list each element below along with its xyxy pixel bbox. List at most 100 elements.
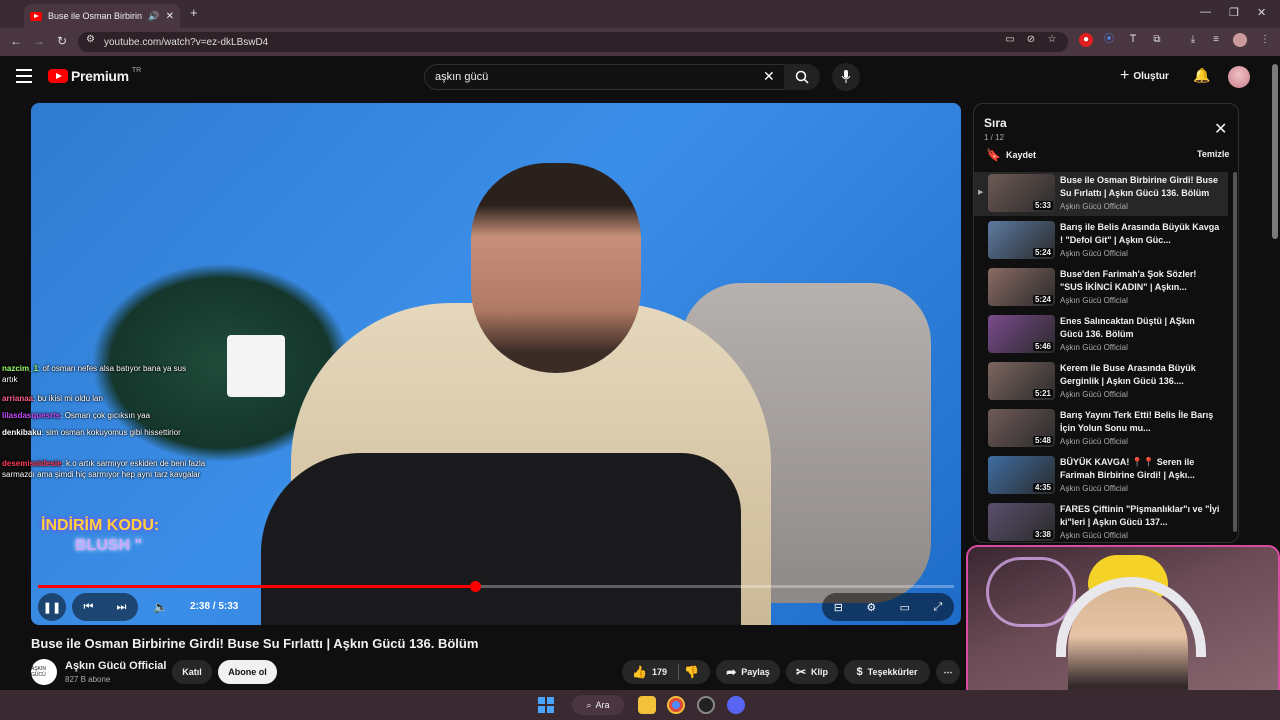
pause-button[interactable]: ❚❚ bbox=[38, 593, 66, 621]
account-avatar[interactable] bbox=[1228, 66, 1250, 88]
extension-blue-icon[interactable]: ⦿ bbox=[1102, 33, 1116, 47]
reload-icon[interactable]: ↻ bbox=[57, 34, 67, 48]
save-playlist-button[interactable]: 🔖 Kaydet bbox=[986, 148, 1036, 162]
browser-menu-icon[interactable]: ⋮ bbox=[1258, 33, 1272, 47]
extension-translate-icon[interactable]: ꓔ bbox=[1126, 33, 1140, 47]
reading-list-icon[interactable]: ≡ bbox=[1209, 33, 1223, 47]
playlist-thumbnail[interactable]: 5:24 bbox=[988, 268, 1055, 306]
minimize-icon[interactable]: — bbox=[1200, 6, 1211, 18]
progress-scrubber[interactable] bbox=[469, 581, 481, 592]
playlist-close-icon[interactable]: ✕ bbox=[1214, 119, 1227, 139]
playlist-thumbnail[interactable]: 5:33 bbox=[988, 174, 1055, 212]
page-scrollbar[interactable] bbox=[1272, 64, 1278, 239]
forward-icon[interactable]: → bbox=[33, 34, 45, 48]
playlist-item[interactable]: 5:24 Barış ile Belis Arasında Büyük Kavga… bbox=[974, 219, 1228, 263]
playlist-thumbnail[interactable]: 5:46 bbox=[988, 315, 1055, 353]
discord-icon[interactable] bbox=[727, 696, 745, 714]
voice-search-button[interactable] bbox=[832, 63, 860, 91]
channel-avatar[interactable]: AŞKIN GÜCÜ bbox=[31, 659, 57, 685]
clip-button[interactable]: ✂ Klip bbox=[786, 660, 838, 684]
eye-off-icon[interactable]: ⊘ bbox=[1024, 33, 1038, 47]
playlist-scrollbar[interactable] bbox=[1233, 172, 1237, 532]
playlist-thumbnail[interactable]: 5:21 bbox=[988, 362, 1055, 400]
download-icon[interactable]: ⤓ bbox=[1186, 33, 1200, 47]
extension-red-icon[interactable]: ● bbox=[1079, 33, 1093, 47]
theater-mode-icon[interactable]: ▭ bbox=[900, 601, 910, 614]
playlist-item[interactable]: 5:24 Buse'den Farimah'a Şok Sözler! "SUS … bbox=[974, 266, 1228, 310]
playlist-item[interactable]: 3:38 FARES Çiftinin "Pişmanlıklar"ı ve "İ… bbox=[974, 501, 1228, 542]
playlist-item-title[interactable]: Barış ile Belis Arasında Büyük Kavga ! "… bbox=[1060, 221, 1220, 247]
file-explorer-icon[interactable] bbox=[638, 696, 656, 714]
volume-icon[interactable]: 🔈 bbox=[153, 600, 168, 614]
playlist-item-title[interactable]: Kerem ile Buse Arasında Büyük Gerginlik … bbox=[1060, 362, 1220, 388]
playlist-item-title[interactable]: Enes Salıncaktan Düştü | AŞkın Gücü 136.… bbox=[1060, 315, 1220, 341]
clear-queue-button[interactable]: Temizle bbox=[1197, 149, 1229, 159]
like-count[interactable]: 179 bbox=[652, 667, 667, 677]
clip-label: Klip bbox=[811, 667, 829, 677]
dislike-icon[interactable]: 👎 bbox=[684, 665, 699, 679]
playlist-thumbnail[interactable]: 5:48 bbox=[988, 409, 1055, 447]
playlist-item[interactable]: 5:21 Kerem ile Buse Arasında Büyük Gergin… bbox=[974, 360, 1228, 404]
playlist-item[interactable]: 5:48 Barış Yayını Terk Etti! Belis İle Ba… bbox=[974, 407, 1228, 451]
playlist-item[interactable]: 4:35 BÜYÜK KAVGA! 📍📍 Seren ile Farimah Bi… bbox=[974, 454, 1228, 498]
menu-icon[interactable] bbox=[16, 69, 32, 83]
playlist-thumbnail[interactable]: 5:24 bbox=[988, 221, 1055, 259]
youtube-play-icon bbox=[48, 69, 68, 83]
obs-icon[interactable] bbox=[697, 696, 715, 714]
settings-gear-icon[interactable]: ⚙ bbox=[866, 601, 876, 614]
youtube-logo[interactable]: Premium TR bbox=[48, 67, 141, 84]
playlist-item-title[interactable]: Buse ile Osman Birbirine Girdi! Buse Su … bbox=[1060, 174, 1220, 200]
playlist-item-title[interactable]: Barış Yayını Terk Etti! Belis İle Barış … bbox=[1060, 409, 1220, 435]
cast-icon[interactable]: ▭ bbox=[1003, 33, 1017, 47]
thanks-icon: $ bbox=[856, 666, 863, 678]
playlist-duration: 5:48 bbox=[1032, 436, 1053, 445]
profile-avatar-icon[interactable] bbox=[1233, 33, 1247, 47]
previous-icon[interactable]: ⏮ bbox=[84, 601, 94, 614]
tab-close-icon[interactable]: ✕ bbox=[166, 11, 174, 22]
browser-tab[interactable]: Buse ile Osman Birbirine Girdi 🔊 ✕ bbox=[24, 4, 180, 28]
clear-search-icon[interactable]: ✕ bbox=[763, 68, 775, 85]
next-icon[interactable]: ⏭ bbox=[117, 601, 127, 614]
subscribe-button[interactable]: Abone ol bbox=[218, 660, 277, 684]
chrome-icon[interactable] bbox=[667, 696, 685, 714]
share-button[interactable]: ➦ Paylaş bbox=[716, 660, 780, 684]
search-input[interactable]: aşkın gücü bbox=[424, 64, 786, 90]
playlist-thumbnail[interactable]: 4:35 bbox=[988, 456, 1055, 494]
promo-code-overlay: İNDİRİM KODU: BLUSH " bbox=[41, 516, 159, 556]
bookmark-star-icon[interactable]: ☆ bbox=[1045, 33, 1059, 47]
window-close-icon[interactable]: ✕ bbox=[1257, 6, 1266, 19]
progress-bar[interactable] bbox=[38, 581, 954, 592]
fullscreen-icon[interactable]: ⤢ bbox=[933, 601, 942, 614]
plus-icon: + bbox=[1120, 67, 1130, 84]
create-button[interactable]: + Oluştur bbox=[1120, 66, 1169, 86]
playlist-item-title[interactable]: FARES Çiftinin "Pişmanlıklar"ı ve "İyi k… bbox=[1060, 503, 1220, 529]
subtitles-icon[interactable]: ⊟ bbox=[834, 601, 843, 614]
playlist-item[interactable]: ▶ 5:33 Buse ile Osman Birbirine Girdi! Bus… bbox=[974, 172, 1228, 216]
playlist-item-channel: Aşkın Gücü Official bbox=[1060, 437, 1128, 446]
notifications-bell-icon[interactable]: 🔔 bbox=[1193, 67, 1210, 84]
extensions-puzzle-icon[interactable]: ⧉ bbox=[1150, 33, 1164, 47]
taskbar-search[interactable]: ⌕ Ara bbox=[572, 695, 624, 715]
like-icon[interactable]: 👍 bbox=[632, 665, 647, 679]
playlist-item-channel: Aşkın Gücü Official bbox=[1060, 296, 1128, 305]
join-button[interactable]: Katıl bbox=[172, 660, 212, 684]
playlist-item-title[interactable]: Buse'den Farimah'a Şok Sözler! "SUS İKİN… bbox=[1060, 268, 1220, 294]
playlist-thumbnail[interactable]: 3:38 bbox=[988, 503, 1055, 541]
site-info-icon[interactable]: ⚙ bbox=[86, 34, 95, 45]
playlist-item[interactable]: 5:46 Enes Salıncaktan Düştü | AŞkın Gücü … bbox=[974, 313, 1228, 357]
playlist-item-title[interactable]: BÜYÜK KAVGA! 📍📍 Seren ile Farimah Birbir… bbox=[1060, 456, 1220, 482]
new-tab-icon[interactable]: + bbox=[190, 5, 198, 20]
channel-name[interactable]: Aşkın Gücü Official bbox=[65, 660, 166, 672]
address-bar[interactable]: youtube.com/watch?v=ez-dkLBswD4 bbox=[78, 32, 1068, 52]
like-dislike-group: 👍 179 👎 bbox=[622, 660, 710, 684]
back-icon[interactable]: ← bbox=[10, 34, 22, 48]
more-actions-button[interactable]: ⋯ bbox=[936, 660, 960, 684]
prev-next-group: ⏮ ⏭ bbox=[72, 593, 138, 621]
playlist-panel: Sıra 1 / 12 ✕ 🔖 Kaydet Temizle ▶ 5:33 Buse… bbox=[973, 103, 1239, 543]
thanks-button[interactable]: $ Teşekkürler bbox=[844, 660, 930, 684]
tab-audio-icon[interactable]: 🔊 bbox=[148, 11, 159, 22]
search-button[interactable] bbox=[784, 64, 820, 90]
restore-icon[interactable]: ❐ bbox=[1229, 6, 1239, 19]
windows-start-icon[interactable] bbox=[538, 697, 554, 713]
time-display: 2:38 / 5:33 bbox=[190, 601, 239, 612]
